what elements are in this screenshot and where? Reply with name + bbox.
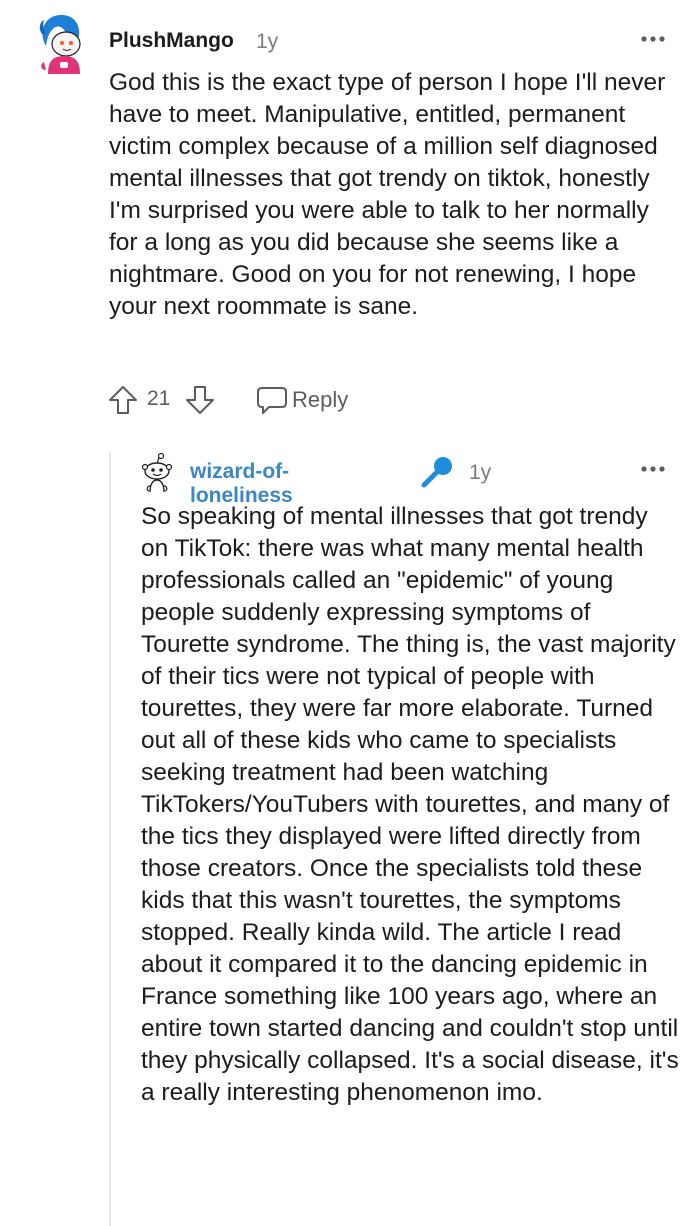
user-avatar-icon[interactable] (36, 12, 84, 74)
more-options-icon[interactable] (640, 462, 666, 476)
default-snoo-avatar-icon[interactable] (141, 452, 173, 494)
comment-body: So speaking of mental illnesses that got… (141, 503, 679, 1106)
vote-score: 21 (147, 387, 171, 410)
reply-label: Reply (292, 387, 349, 412)
thread-line[interactable] (109, 452, 111, 1226)
comment-body: God this is the exact type of person I h… (109, 69, 666, 320)
microphone-icon (420, 455, 454, 489)
comment-username[interactable]: PlushMango (109, 29, 234, 53)
downvote-arrow-icon[interactable] (185, 384, 215, 416)
upvote-arrow-icon[interactable] (108, 384, 138, 416)
comment-timestamp: 1y (256, 30, 279, 53)
comment-timestamp: 1y (469, 461, 492, 484)
more-options-icon[interactable] (640, 32, 666, 46)
speech-bubble-icon (255, 385, 289, 415)
